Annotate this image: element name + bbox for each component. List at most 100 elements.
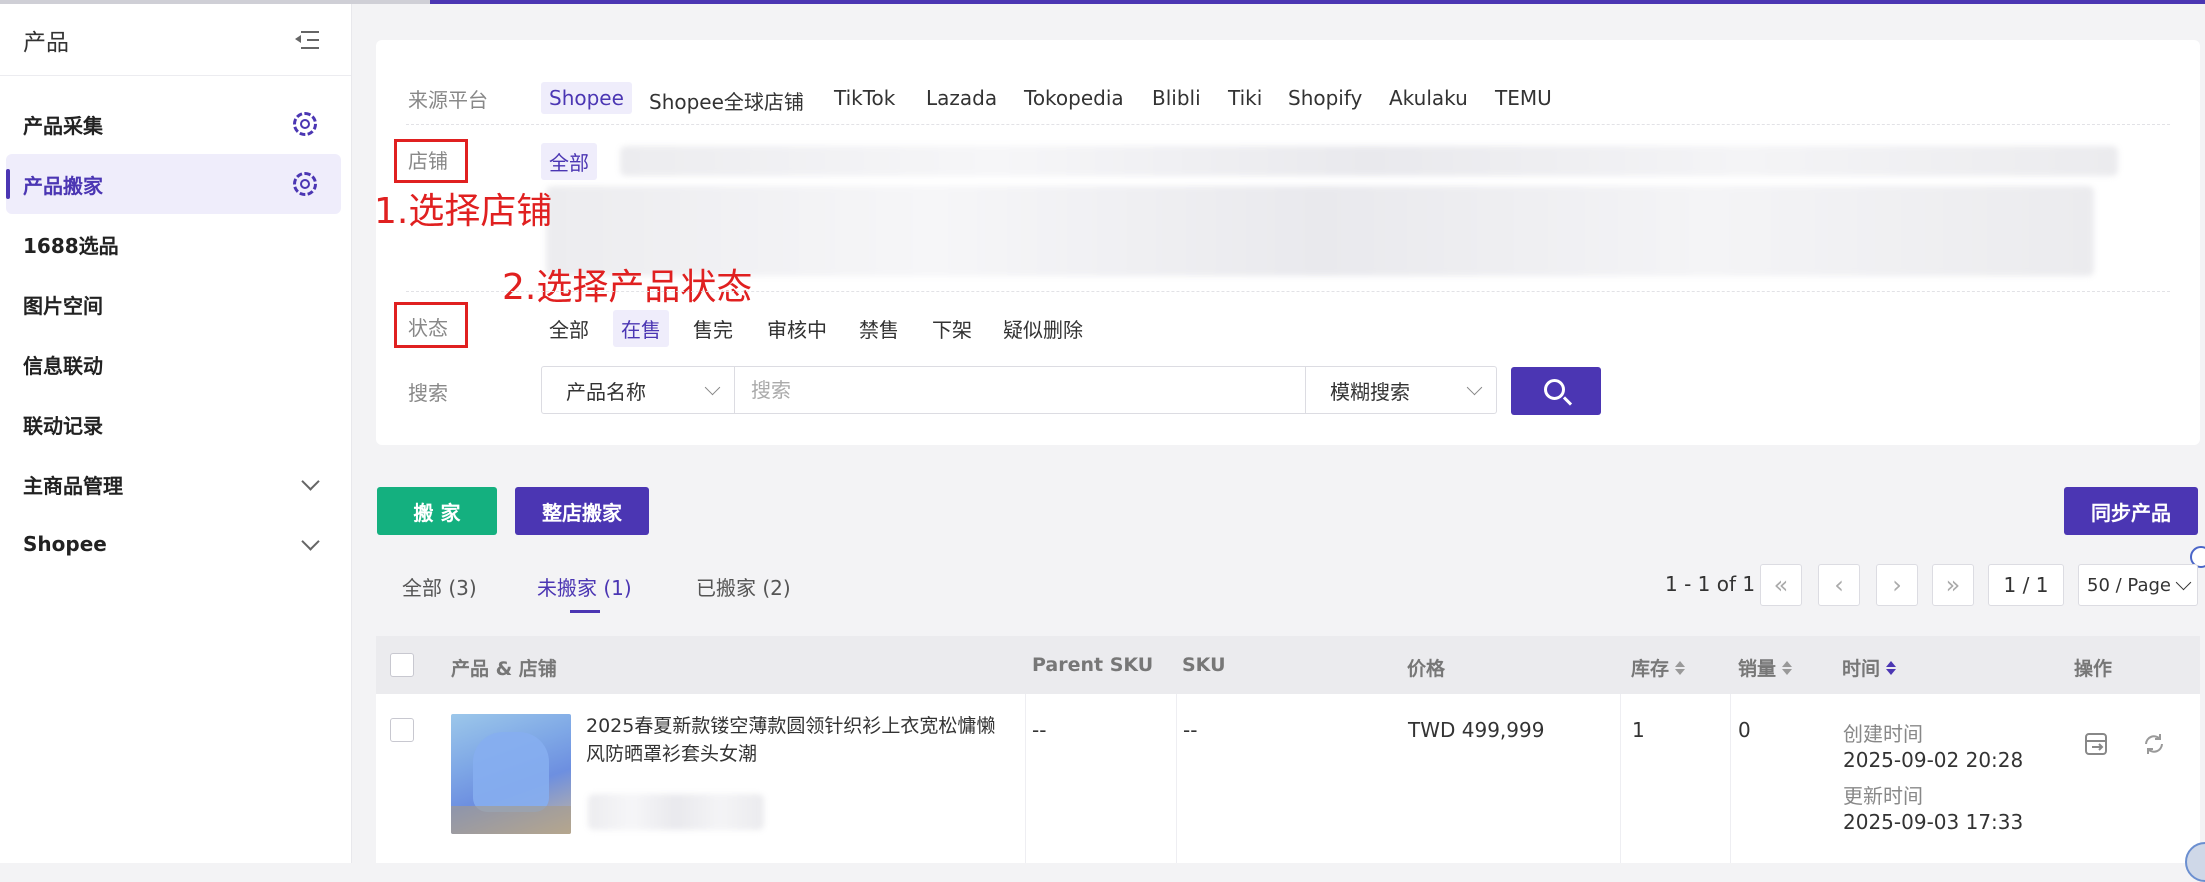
platform-tiktok[interactable]: TikTok	[826, 82, 903, 114]
product-thumbnail[interactable]	[451, 714, 571, 834]
column-header: SKU	[1182, 654, 1226, 676]
sidebar-item-1688[interactable]: 1688选品	[6, 214, 341, 274]
sidebar-item-label: 产品采集	[23, 113, 103, 138]
sidebar-item-label: 产品搬家	[23, 173, 103, 198]
collapse-menu-icon[interactable]	[293, 29, 319, 51]
shop-list-blurred	[620, 146, 2118, 176]
page-size-value: 50 / Page	[2087, 574, 2171, 596]
prev-page-icon[interactable]: ‹	[1818, 564, 1860, 606]
shop-name-blurred	[588, 794, 764, 830]
platform-shopee[interactable]: Shopee	[541, 82, 632, 114]
column-header: 时间	[1842, 658, 1881, 680]
sort-icon	[1782, 660, 1793, 675]
search-mode-select[interactable]: 模糊搜索	[1305, 366, 1497, 414]
sku: --	[1183, 718, 1198, 742]
platform-shopify[interactable]: Shopify	[1280, 82, 1370, 114]
sidebar-item-label: Shopee	[23, 532, 107, 556]
sales-header[interactable]: 销量	[1738, 654, 1793, 681]
sidebar-item-label: 图片空间	[23, 293, 103, 318]
parent-sku: --	[1032, 718, 1047, 742]
price: TWD 499,999	[1408, 718, 1545, 742]
last-page-icon[interactable]: »	[1932, 564, 1974, 606]
sidebar: 产品 产品采集 产品搬家 1688选品 图片空间 信息联动 联动记录 主商品管理…	[0, 4, 352, 863]
tab-not-moved[interactable]: 未搬家 (1)	[537, 572, 632, 601]
search-field-select[interactable]: 产品名称	[541, 366, 735, 414]
sidebar-item-link-records[interactable]: 联动记录	[6, 394, 341, 454]
search-field-value: 产品名称	[566, 379, 646, 404]
status-delisted[interactable]: 下架	[924, 310, 980, 347]
platform-lazada[interactable]: Lazada	[918, 82, 1005, 114]
status-on-sale[interactable]: 在售	[613, 310, 669, 347]
sidebar-title: 产品	[23, 29, 69, 56]
status-label: 状态	[408, 316, 448, 340]
first-page-icon[interactable]: «	[1760, 564, 1802, 606]
cell-divider	[1025, 694, 1026, 863]
chevron-down-icon	[704, 379, 721, 395]
status-all[interactable]: 全部	[541, 310, 597, 347]
annotation-step1: 1.选择店铺	[374, 191, 553, 232]
sidebar-item-link[interactable]: 信息联动	[6, 334, 341, 394]
pagination-range: 1 - 1 of 1	[1665, 572, 1756, 596]
platform-blibli[interactable]: Blibli	[1144, 82, 1209, 114]
shop-all[interactable]: 全部	[541, 143, 597, 180]
sort-icon	[1675, 660, 1686, 675]
search-group: 产品名称 模糊搜索	[541, 366, 1497, 414]
table-header: 产品 & 店铺 Parent SKU SKU 价格 库存 销量 时间 操作	[376, 636, 2200, 694]
platform-label: 来源平台	[408, 88, 488, 112]
platform-akulaku[interactable]: Akulaku	[1381, 82, 1476, 114]
sort-icon	[1886, 660, 1897, 675]
page-size-select[interactable]: 50 / Page	[2078, 564, 2198, 606]
tab-moved[interactable]: 已搬家 (2)	[696, 572, 791, 601]
column-header: 销量	[1738, 658, 1777, 680]
stock-header[interactable]: 库存	[1631, 654, 1686, 681]
stock: 1	[1632, 718, 1645, 742]
shop-label: 店铺	[408, 149, 448, 173]
sync-products-button[interactable]: 同步产品	[2064, 487, 2198, 535]
platform-tokopedia[interactable]: Tokopedia	[1016, 82, 1132, 114]
chevron-down-icon	[301, 471, 320, 491]
status-suspected-deleted[interactable]: 疑似删除	[995, 310, 1091, 347]
search-icon	[1543, 378, 1565, 400]
sidebar-item-images[interactable]: 图片空间	[6, 274, 341, 334]
sidebar-item-move[interactable]: 产品搬家	[6, 154, 341, 214]
shop-list-blurred	[546, 186, 2094, 276]
gear-icon[interactable]	[293, 172, 317, 196]
updated-time: 2025-09-03 17:33	[1843, 810, 2024, 834]
tab-all[interactable]: 全部 (3)	[402, 572, 477, 601]
search-button[interactable]	[1511, 367, 1601, 415]
created-time: 2025-09-02 20:28	[1843, 748, 2024, 772]
sync-icon[interactable]	[2140, 730, 2168, 758]
divider	[406, 124, 2170, 125]
product-name[interactable]: 2025春夏新款镂空薄款圆领针织衫上衣宽松慵懒风防晒罩衫套头女潮	[586, 712, 1006, 768]
annotation-step2: 2.选择产品状态	[502, 267, 753, 308]
move-shop-button[interactable]: 整店搬家	[515, 487, 649, 535]
sidebar-header: 产品	[0, 4, 351, 76]
next-page-icon[interactable]: ›	[1876, 564, 1918, 606]
cell-divider	[1620, 694, 1621, 863]
sales: 0	[1738, 718, 1751, 742]
status-reviewing[interactable]: 审核中	[759, 310, 835, 347]
move-product-icon[interactable]	[2082, 730, 2110, 758]
updated-label: 更新时间	[1843, 784, 1923, 808]
search-mode-value: 模糊搜索	[1330, 379, 1410, 404]
column-header: Parent SKU	[1032, 654, 1154, 676]
sidebar-item-label: 信息联动	[23, 353, 103, 378]
page-input[interactable]: 1 / 1	[1988, 564, 2064, 606]
platform-temu[interactable]: TEMU	[1487, 82, 1560, 114]
platform-tiki[interactable]: Tiki	[1220, 82, 1270, 114]
status-sold-out[interactable]: 售完	[685, 310, 741, 347]
move-button[interactable]: 搬 家	[377, 487, 497, 535]
search-label: 搜索	[408, 381, 448, 405]
sidebar-item-main-products[interactable]: 主商品管理	[6, 454, 341, 514]
status-banned[interactable]: 禁售	[851, 310, 907, 347]
time-header[interactable]: 时间	[1842, 654, 1897, 681]
row-checkbox[interactable]	[390, 718, 414, 742]
table-row: 2025春夏新款镂空薄款圆领针织衫上衣宽松慵懒风防晒罩衫套头女潮 -- -- T…	[376, 694, 2200, 863]
select-all-checkbox[interactable]	[390, 653, 414, 677]
sidebar-item-shopee[interactable]: Shopee	[6, 514, 341, 574]
gear-icon[interactable]	[293, 112, 317, 136]
platform-shopee-global[interactable]: Shopee全球店铺	[641, 82, 812, 119]
sidebar-item-collect[interactable]: 产品采集	[6, 94, 341, 154]
search-input[interactable]	[735, 366, 1305, 414]
column-header: 产品 & 店铺	[451, 658, 557, 680]
